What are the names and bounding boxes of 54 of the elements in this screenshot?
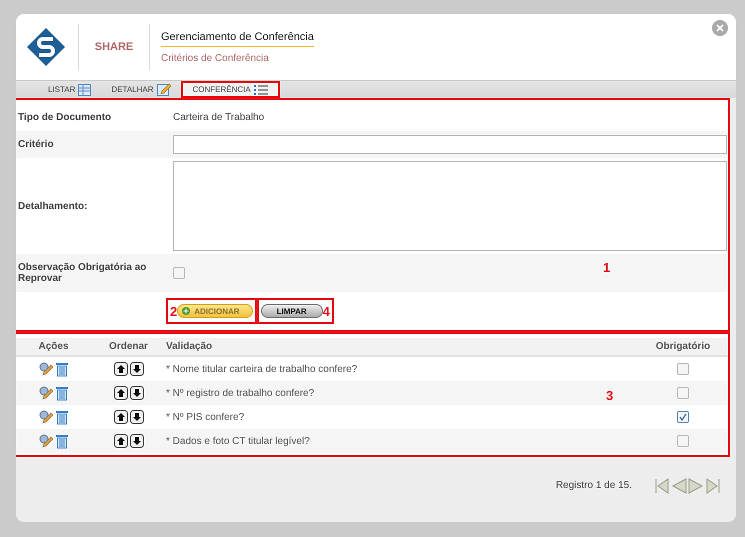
- trash-icon[interactable]: [54, 409, 68, 425]
- tab[interactable]: LISTAR: [38, 81, 102, 98]
- last-page-icon[interactable]: [705, 478, 721, 494]
- next-page-icon[interactable]: [688, 478, 704, 494]
- up-arrow-icon[interactable]: [114, 386, 128, 400]
- checkbox[interactable]: [677, 387, 689, 399]
- field-value: Carteira de Trabalho: [173, 112, 264, 123]
- checkbox[interactable]: [677, 435, 689, 447]
- table-cell: * Dados e foto CT titular legível?: [166, 429, 638, 453]
- page-title: Gerenciamento de Conferência: [161, 30, 314, 46]
- edit-icon[interactable]: [38, 434, 52, 448]
- logo-icon: [26, 27, 66, 67]
- plus-icon: [182, 307, 190, 315]
- previous-page-icon[interactable]: [671, 478, 687, 494]
- edit-icon[interactable]: [38, 362, 52, 376]
- column-header: Obrigatório: [638, 338, 728, 357]
- edit-icon[interactable]: [38, 386, 52, 400]
- edit-icon[interactable]: [38, 410, 52, 424]
- trash-icon[interactable]: [54, 433, 68, 449]
- column-header: Ações: [16, 338, 91, 357]
- annotation-number: 4: [322, 304, 330, 318]
- close-icon[interactable]: [712, 20, 728, 36]
- field-label: Observação Obrigatória ao Reprovar: [17, 262, 148, 284]
- first-page-icon[interactable]: [654, 478, 670, 494]
- table-icon: [78, 84, 92, 96]
- page-subtitle: Critérios de Conferência: [161, 52, 270, 64]
- checkbox[interactable]: [677, 363, 689, 375]
- column-header: Ordenar: [91, 338, 166, 357]
- down-arrow-icon[interactable]: [130, 362, 144, 376]
- tab[interactable]: DETALHAR: [101, 81, 181, 98]
- field-label: Tipo de Documento: [17, 112, 112, 123]
- up-arrow-icon[interactable]: [114, 410, 128, 424]
- checkbox[interactable]: [677, 411, 689, 423]
- brand-name: SHARE: [94, 41, 134, 53]
- tab[interactable]: CONFERÊNCIA: [180, 81, 280, 98]
- edit-icon: [156, 83, 171, 96]
- up-arrow-icon[interactable]: [114, 362, 128, 376]
- column-header: Validação: [166, 338, 638, 357]
- checkbox[interactable]: [173, 267, 185, 279]
- trash-icon[interactable]: [54, 385, 68, 401]
- annotation-number: 3: [606, 388, 614, 403]
- down-arrow-icon[interactable]: [130, 386, 144, 400]
- annotation-number: 2: [170, 304, 178, 318]
- clear-button[interactable]: LIMPAR: [260, 304, 323, 318]
- trash-icon[interactable]: [54, 361, 68, 377]
- list-icon: [254, 84, 268, 96]
- pagination-text: Registro 1 de 15.: [556, 480, 632, 491]
- field-label: Critério: [17, 139, 55, 150]
- down-arrow-icon[interactable]: [130, 410, 144, 424]
- field-label: Detalhamento:: [17, 200, 88, 212]
- down-arrow-icon[interactable]: [130, 434, 144, 448]
- up-arrow-icon[interactable]: [114, 434, 128, 448]
- annotation-number: 1: [603, 260, 610, 275]
- input-field[interactable]: [173, 135, 727, 154]
